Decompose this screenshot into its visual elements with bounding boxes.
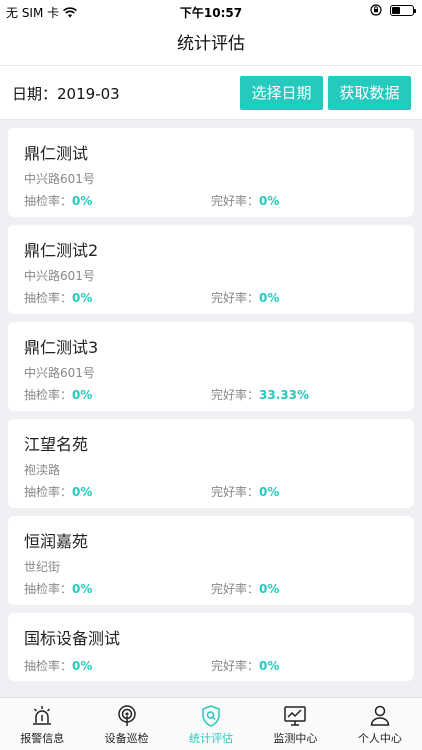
rotation-lock-icon [370, 4, 382, 16]
check-rate-label: 抽检率： [24, 291, 73, 305]
tab-alarm[interactable]: 报警信息 [0, 698, 84, 750]
tab-label: 设备巡检 [104, 732, 149, 745]
date-display: 日期：2019-03 [12, 83, 120, 104]
good-rate-label: 完好率： [211, 582, 260, 596]
check-rate-value: 0% [72, 485, 93, 499]
tab-label: 报警信息 [20, 732, 65, 745]
item-address: 中兴路601号 [24, 366, 95, 380]
good-rate-value: 0% [259, 582, 280, 596]
good-rate-value: 0% [259, 485, 280, 499]
item-name: 恒润嘉苑 [24, 532, 89, 551]
date-label: 日期： [12, 85, 58, 103]
item-name: 鼎仁测试2 [24, 241, 99, 260]
tab-label: 监测中心 [273, 732, 318, 745]
check-rate-value: 0% [72, 388, 93, 402]
date-value: 2019-03 [57, 85, 120, 103]
status-time: 下午10:57 [179, 6, 243, 20]
check-rate-value: 0% [72, 291, 93, 305]
good-rate-label: 完好率： [211, 485, 260, 499]
check-rate-value: 0% [72, 659, 93, 673]
list-item[interactable]: 鼎仁测试3 中兴路601号 抽检率：0% 完好率：33.33% [8, 322, 414, 411]
inspection-icon [117, 705, 136, 726]
date-bar: 日期：2019-03 选择日期 获取数据 [0, 66, 422, 120]
item-address: 中兴路601号 [24, 269, 95, 283]
good-rate-label: 完好率： [211, 659, 260, 673]
tab-inspection[interactable]: 设备巡检 [84, 698, 168, 750]
shield-search-icon [202, 705, 220, 727]
check-rate-label: 抽检率： [24, 659, 73, 673]
item-address: 中兴路601号 [24, 172, 95, 186]
check-rate-label: 抽检率： [24, 194, 73, 208]
list-item[interactable]: 鼎仁测试 中兴路601号 抽检率：0% 完好率：0% [8, 128, 414, 217]
item-address: 袍渎路 [24, 463, 61, 477]
page-title: 统计评估 [0, 22, 422, 66]
status-bar: 无 SIM 卡 下午10:57 [0, 0, 422, 22]
fetch-data-button[interactable]: 获取数据 [328, 76, 411, 110]
list-item[interactable]: 国标设备测试 抽检率：0% 完好率：0% [8, 613, 414, 681]
list-item[interactable]: 江望名苑 袍渎路 抽检率：0% 完好率：0% [8, 419, 414, 508]
person-icon [370, 705, 390, 726]
check-rate-label: 抽检率： [24, 388, 73, 402]
good-rate-value: 0% [259, 659, 280, 673]
select-date-button[interactable]: 选择日期 [240, 76, 323, 110]
item-address: 世纪街 [24, 560, 61, 574]
tab-label: 个人中心 [357, 732, 402, 745]
monitor-icon [284, 706, 307, 726]
tab-statistics[interactable]: 统计评估 [169, 698, 253, 750]
good-rate-value: 0% [259, 194, 280, 208]
list-item[interactable]: 鼎仁测试2 中兴路601号 抽检率：0% 完好率：0% [8, 225, 414, 314]
tab-bar: 报警信息 设备巡检 统计评估 监测中心 个人中心 [0, 697, 422, 750]
check-rate-value: 0% [72, 582, 93, 596]
alarm-icon [33, 706, 52, 725]
good-rate-label: 完好率： [211, 291, 260, 305]
item-name: 国标设备测试 [24, 629, 121, 648]
good-rate-value: 0% [259, 291, 280, 305]
check-rate-label: 抽检率： [24, 582, 73, 596]
item-name: 鼎仁测试 [24, 144, 89, 163]
item-name: 鼎仁测试3 [24, 338, 99, 357]
check-rate-value: 0% [72, 194, 93, 208]
good-rate-label: 完好率： [211, 388, 260, 402]
good-rate-value: 33.33% [259, 388, 309, 402]
tab-profile[interactable]: 个人中心 [338, 698, 422, 750]
tab-monitor[interactable]: 监测中心 [253, 698, 337, 750]
list-item[interactable]: 恒润嘉苑 世纪街 抽检率：0% 完好率：0% [8, 516, 414, 605]
tab-label: 统计评估 [189, 732, 234, 745]
check-rate-label: 抽检率： [24, 485, 73, 499]
item-name: 江望名苑 [24, 435, 89, 454]
estate-list: 鼎仁测试 中兴路601号 抽检率：0% 完好率：0% 鼎仁测试2 中兴路601号… [8, 128, 414, 689]
battery-icon [390, 4, 416, 16]
good-rate-label: 完好率： [211, 194, 260, 208]
